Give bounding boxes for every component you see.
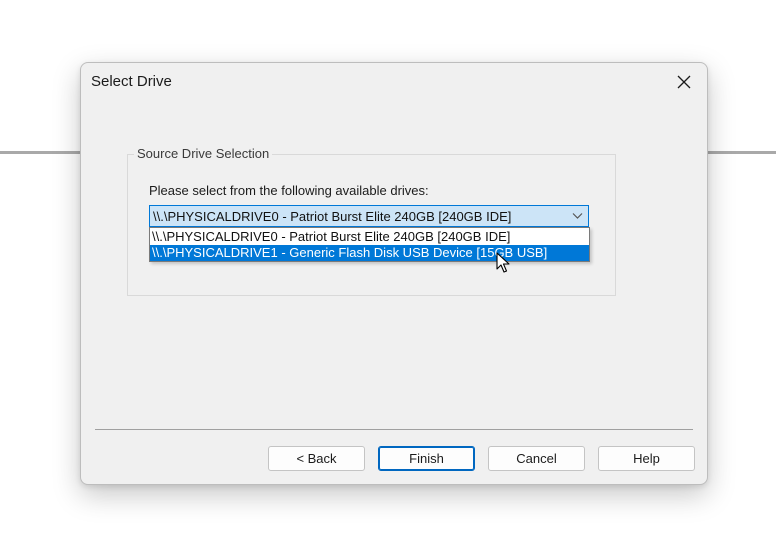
drive-select-combo[interactable]: \\.\PHYSICALDRIVE0 - Patriot Burst Elite… — [149, 205, 589, 227]
footer-separator — [95, 429, 693, 430]
back-button[interactable]: < Back — [268, 446, 365, 471]
drive-option-0[interactable]: \\.\PHYSICALDRIVE0 - Patriot Burst Elite… — [150, 229, 589, 245]
background-line-left — [0, 151, 82, 154]
cancel-button[interactable]: Cancel — [488, 446, 585, 471]
select-drive-dialog: Select Drive Source Drive Selection Plea… — [80, 62, 708, 485]
dialog-title: Select Drive — [91, 73, 172, 90]
drive-option-1[interactable]: \\.\PHYSICALDRIVE1 - Generic Flash Disk … — [150, 245, 589, 261]
help-button[interactable]: Help — [598, 446, 695, 471]
title-bar: Select Drive — [81, 63, 707, 101]
combo-selected-value: \\.\PHYSICALDRIVE0 - Patriot Burst Elite… — [153, 209, 512, 224]
drive-dropdown-list: \\.\PHYSICALDRIVE0 - Patriot Burst Elite… — [149, 227, 590, 262]
background-line-right — [706, 151, 776, 154]
finish-button[interactable]: Finish — [378, 446, 475, 471]
source-drive-groupbox: Source Drive Selection Please select fro… — [127, 146, 616, 296]
close-icon — [677, 75, 691, 89]
close-button[interactable] — [669, 67, 699, 97]
chevron-down-icon[interactable] — [572, 212, 583, 220]
drive-prompt-label: Please select from the following availab… — [149, 183, 429, 198]
groupbox-label: Source Drive Selection — [134, 146, 273, 161]
